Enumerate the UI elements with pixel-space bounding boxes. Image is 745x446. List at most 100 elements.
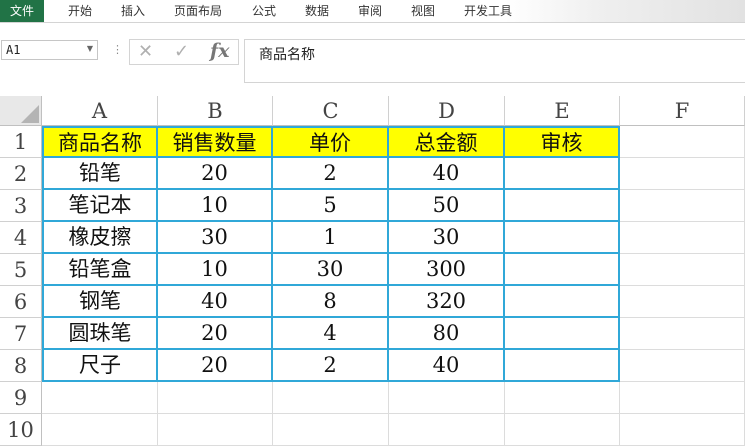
cell-b2[interactable]: 20	[158, 158, 273, 190]
name-box-value: A1	[6, 43, 21, 57]
chevron-down-icon[interactable]: ▼	[87, 44, 93, 53]
formula-buttons: ✕ ✓ fx	[129, 39, 239, 65]
insert-function-icon[interactable]: fx	[210, 40, 230, 62]
cell-a4[interactable]: 橡皮擦	[42, 222, 158, 254]
name-box[interactable]: A1 ▼	[1, 40, 98, 60]
cell-c3[interactable]: 5	[273, 190, 389, 222]
table-header-cell[interactable]: 商品名称	[42, 126, 158, 158]
column-header-b[interactable]: B	[158, 96, 273, 126]
column-header-f[interactable]: F	[620, 96, 745, 126]
cell-b3[interactable]: 10	[158, 190, 273, 222]
row-header-9[interactable]: 9	[0, 382, 42, 414]
cell-b8[interactable]: 20	[158, 350, 273, 382]
cell-e9[interactable]	[505, 382, 620, 414]
cell-d2[interactable]: 40	[389, 158, 505, 190]
tab-home[interactable]: 开始	[68, 0, 92, 22]
cell-c9[interactable]	[273, 382, 389, 414]
cell-a7[interactable]: 圆珠笔	[42, 318, 158, 350]
tab-view[interactable]: 视图	[411, 0, 435, 22]
cell-b10[interactable]	[158, 414, 273, 446]
cell-f1[interactable]	[620, 126, 745, 158]
cell-f3[interactable]	[620, 190, 745, 222]
table-header-cell[interactable]: 审核	[505, 126, 620, 158]
cell-a2[interactable]: 铅笔	[42, 158, 158, 190]
cell-f7[interactable]	[620, 318, 745, 350]
tab-data[interactable]: 数据	[305, 0, 329, 22]
select-all-button[interactable]	[0, 96, 42, 126]
cell-b7[interactable]: 20	[158, 318, 273, 350]
row-header-8[interactable]: 8	[0, 350, 42, 382]
cell-c10[interactable]	[273, 414, 389, 446]
cell-d6[interactable]: 320	[389, 286, 505, 318]
column-header-a[interactable]: A	[42, 96, 158, 126]
cell-a6[interactable]: 钢笔	[42, 286, 158, 318]
cell-d5[interactable]: 300	[389, 254, 505, 286]
cell-e5[interactable]	[505, 254, 620, 286]
row-header-6[interactable]: 6	[0, 286, 42, 318]
cell-f5[interactable]	[620, 254, 745, 286]
cell-d4[interactable]: 30	[389, 222, 505, 254]
cell-a5[interactable]: 铅笔盒	[42, 254, 158, 286]
cell-c2[interactable]: 2	[273, 158, 389, 190]
select-all-triangle-icon	[21, 105, 39, 123]
cell-c8[interactable]: 2	[273, 350, 389, 382]
cell-f8[interactable]	[620, 350, 745, 382]
cell-e7[interactable]	[505, 318, 620, 350]
tab-insert[interactable]: 插入	[121, 0, 145, 22]
cell-b6[interactable]: 40	[158, 286, 273, 318]
cell-a3[interactable]: 笔记本	[42, 190, 158, 222]
formula-input[interactable]: 商品名称	[244, 39, 745, 83]
row-header-2[interactable]: 2	[0, 158, 42, 190]
cell-e6[interactable]	[505, 286, 620, 318]
column-header-e[interactable]: E	[505, 96, 620, 126]
cell-c5[interactable]: 30	[273, 254, 389, 286]
ribbon-tab-bar: 文件 开始 插入 页面布局 公式 数据 审阅 视图 开发工具	[0, 0, 745, 23]
cell-f6[interactable]	[620, 286, 745, 318]
formula-bar-row: A1 ▼ ⋮ ✕ ✓ fx 商品名称	[0, 23, 745, 83]
tab-page-layout[interactable]: 页面布局	[174, 0, 222, 22]
drag-handle-icon[interactable]: ⋮	[112, 43, 123, 56]
table-header-cell[interactable]: 销售数量	[158, 126, 273, 158]
cell-d3[interactable]: 50	[389, 190, 505, 222]
ribbon-decoration	[505, 0, 745, 22]
row-header-4[interactable]: 4	[0, 222, 42, 254]
spreadsheet-grid: A B C D E F 1 2 3 4 5 6 7 8 9 10 商品名称 销售数量 单价 总金额 审核 铅笔 20 2 40 笔…	[0, 96, 745, 446]
cell-b4[interactable]: 30	[158, 222, 273, 254]
cell-d8[interactable]: 40	[389, 350, 505, 382]
cell-f4[interactable]	[620, 222, 745, 254]
cell-c7[interactable]: 4	[273, 318, 389, 350]
formula-input-value: 商品名称	[259, 47, 315, 63]
cell-e4[interactable]	[505, 222, 620, 254]
cell-f10[interactable]	[620, 414, 745, 446]
cell-e2[interactable]	[505, 158, 620, 190]
cell-f9[interactable]	[620, 382, 745, 414]
check-icon[interactable]: ✓	[174, 41, 189, 62]
row-header-7[interactable]: 7	[0, 318, 42, 350]
cell-e3[interactable]	[505, 190, 620, 222]
cell-a9[interactable]	[42, 382, 158, 414]
cell-b9[interactable]	[158, 382, 273, 414]
row-header-5[interactable]: 5	[0, 254, 42, 286]
cell-a10[interactable]	[42, 414, 158, 446]
cell-d7[interactable]: 80	[389, 318, 505, 350]
row-header-10[interactable]: 10	[0, 414, 42, 446]
tab-formulas[interactable]: 公式	[252, 0, 276, 22]
row-header-1[interactable]: 1	[0, 126, 42, 158]
row-header-3[interactable]: 3	[0, 190, 42, 222]
cell-c6[interactable]: 8	[273, 286, 389, 318]
cell-e10[interactable]	[505, 414, 620, 446]
column-header-d[interactable]: D	[389, 96, 505, 126]
cell-c4[interactable]: 1	[273, 222, 389, 254]
table-header-cell[interactable]: 单价	[273, 126, 389, 158]
cell-e8[interactable]	[505, 350, 620, 382]
cell-a8[interactable]: 尺子	[42, 350, 158, 382]
column-header-c[interactable]: C	[273, 96, 389, 126]
tab-file[interactable]: 文件	[0, 0, 45, 22]
cell-d10[interactable]	[389, 414, 505, 446]
table-header-cell[interactable]: 总金额	[389, 126, 505, 158]
cell-f2[interactable]	[620, 158, 745, 190]
cancel-icon[interactable]: ✕	[138, 41, 153, 62]
cell-d9[interactable]	[389, 382, 505, 414]
cell-b5[interactable]: 10	[158, 254, 273, 286]
tab-review[interactable]: 审阅	[358, 0, 382, 22]
